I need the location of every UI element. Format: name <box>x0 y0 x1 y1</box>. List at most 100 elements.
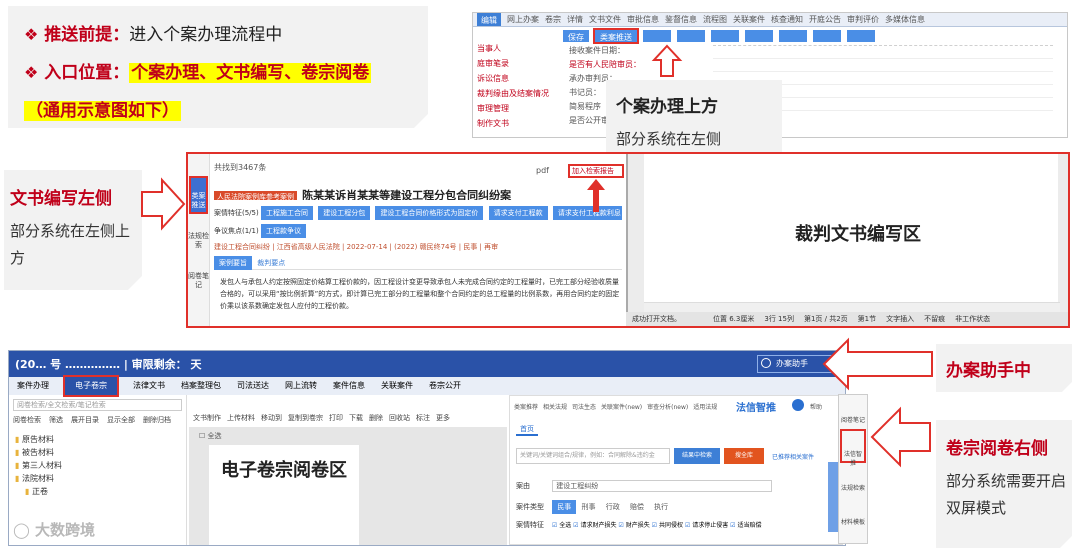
case-toolbar-button[interactable] <box>745 30 773 42</box>
review-select-all[interactable]: ☐ 全选 <box>199 431 222 441</box>
review-tab[interactable]: 案件信息 <box>333 377 365 395</box>
panel-feature[interactable]: 适当赔偿 <box>737 522 761 529</box>
panel-tab[interactable]: 相关法规 <box>543 402 567 411</box>
case-tab[interactable]: 详情 <box>567 13 583 26</box>
case-tab[interactable]: 审判评价 <box>847 13 879 26</box>
doc-sidebar-law[interactable]: 法规检索 <box>188 222 209 256</box>
panel-feature[interactable]: 全选 <box>559 522 571 529</box>
tree-item[interactable]: ▮ 原告材料 <box>15 433 186 446</box>
case-left-item[interactable]: 制作文书 <box>477 118 551 133</box>
review-tab-active[interactable]: 电子卷宗 <box>63 375 119 397</box>
doc-tag[interactable]: 工程施工合同 <box>260 206 313 220</box>
case-tab[interactable]: 审批信息 <box>627 13 659 26</box>
review-tool[interactable]: 筛选 <box>49 415 63 425</box>
case-push-button[interactable]: 类案推送 <box>593 28 639 44</box>
review-mid-tool[interactable]: 删除 <box>369 413 383 425</box>
review-mid-tool[interactable]: 打印 <box>329 413 343 425</box>
panel-search-all-button[interactable]: 搜全库 <box>724 448 764 464</box>
case-left-item[interactable]: 诉讼信息 <box>477 73 551 88</box>
panel-type[interactable]: 执行 <box>654 503 668 511</box>
doc-add-report-button[interactable]: 加入检索报告 <box>568 164 624 178</box>
review-tool[interactable]: 显示全部 <box>107 415 135 425</box>
case-tab[interactable]: 卷宗 <box>545 13 561 26</box>
case-tab[interactable]: 核查通知 <box>771 13 803 26</box>
tree-item[interactable]: ▮ 法院材料 <box>15 472 186 485</box>
tree-item[interactable]: ▮ 第三人材料 <box>15 459 186 472</box>
case-tab[interactable]: 文书文件 <box>589 13 621 26</box>
doc-tag[interactable]: 请求支付工程款 <box>488 206 548 220</box>
review-tab[interactable]: 卷宗公开 <box>429 377 461 395</box>
rail-item[interactable]: 阅卷笔记 <box>839 395 867 429</box>
review-mid-tool[interactable]: 下载 <box>349 413 363 425</box>
case-left-item[interactable]: 庭审笔录 <box>477 58 551 73</box>
case-toolbar-button[interactable] <box>643 30 671 42</box>
case-toolbar-button[interactable] <box>779 30 807 42</box>
tree-item[interactable]: ▮ 被告材料 <box>15 446 186 459</box>
review-mid-tool[interactable]: 复制到卷宗 <box>288 413 323 425</box>
case-left-item[interactable]: 审理管理 <box>477 103 551 118</box>
review-tab[interactable]: 关联案件 <box>381 377 413 395</box>
doc-sidebar-notes[interactable]: 阅卷笔记 <box>188 262 209 296</box>
case-tab[interactable]: 编辑 <box>477 13 501 26</box>
case-tab[interactable]: 鉴督信息 <box>665 13 697 26</box>
rail-item[interactable]: 法规检索 <box>839 463 867 497</box>
case-left-item[interactable]: 当事人 <box>477 43 551 58</box>
rail-item[interactable]: 材料模板 <box>839 497 867 531</box>
doc-sub-tab[interactable]: 裁判要点 <box>257 259 285 267</box>
panel-type[interactable]: 行政 <box>606 503 620 511</box>
panel-search-in-results-button[interactable]: 结果中检索 <box>674 448 720 464</box>
panel-sub-tab[interactable]: 首页 <box>516 424 538 436</box>
panel-help[interactable]: 帮助 <box>810 402 822 411</box>
doc-case-title[interactable]: 陈某某诉肖某某等建设工程分包合同纠纷案 <box>302 189 511 200</box>
doc-dispute-tag[interactable]: 工程款争议 <box>260 224 306 238</box>
case-tab[interactable]: 网上办案 <box>507 13 539 26</box>
case-tab[interactable]: 关联案件 <box>733 13 765 26</box>
case-left-item[interactable]: 裁判缘由及结案情况 <box>477 88 551 103</box>
review-mid-tool[interactable]: 上传材料 <box>227 413 255 425</box>
panel-tab[interactable]: 适用法规 <box>693 402 717 411</box>
doc-tag[interactable]: 建设工程合同价格形式为固定价 <box>375 206 484 220</box>
rail-item-push[interactable]: 法信智推 <box>840 429 866 467</box>
panel-tab[interactable]: 类案推荐 <box>514 402 538 411</box>
panel-feature[interactable]: 请求财产损失 <box>580 522 616 529</box>
panel-type[interactable]: 赔偿 <box>630 503 644 511</box>
review-reader-area[interactable]: ☐ 全选 电子卷宗阅卷区 <box>189 427 507 545</box>
panel-feature[interactable]: 共同侵权 <box>659 522 683 529</box>
doc-editor-scrollbar[interactable] <box>644 302 1060 312</box>
panel-tab[interactable]: 审查分析(new) <box>647 402 688 411</box>
panel-reason-value[interactable]: 建设工程纠纷 <box>552 480 773 492</box>
review-tool[interactable]: 删除归档 <box>143 415 171 425</box>
review-tab[interactable]: 网上流转 <box>285 377 317 395</box>
panel-feature[interactable]: 请求停止侵害 <box>692 522 728 529</box>
review-mid-tool[interactable]: 移动到 <box>261 413 282 425</box>
case-tab[interactable]: 多媒体信息 <box>885 13 925 26</box>
review-tab[interactable]: 法律文书 <box>133 377 165 395</box>
tree-item[interactable]: ▮ 正卷 <box>15 485 186 498</box>
review-tab[interactable]: 司法送达 <box>237 377 269 395</box>
case-tab[interactable]: 开庭公告 <box>809 13 841 26</box>
case-toolbar-button[interactable] <box>711 30 739 42</box>
case-toolbar-button[interactable] <box>847 30 875 42</box>
panel-feature[interactable]: 财产损失 <box>626 522 650 529</box>
panel-link[interactable]: 已推荐相关案件 <box>772 452 814 461</box>
doc-editor[interactable]: 裁判文书编写区 <box>626 154 1068 312</box>
review-tab[interactable]: 档案整理包 <box>181 377 221 395</box>
case-toolbar-button[interactable] <box>813 30 841 42</box>
review-mid-tool[interactable]: 文书制作 <box>193 413 221 425</box>
case-toolbar-button[interactable] <box>677 30 705 42</box>
review-search-input[interactable]: 阅卷检索/全文检索/笔记检索 <box>13 399 182 411</box>
review-mid-tool[interactable]: 标注 <box>416 413 430 425</box>
case-tab[interactable]: 流程图 <box>703 13 727 26</box>
doc-sidebar-push[interactable]: 类案推送 <box>189 176 208 214</box>
panel-type[interactable]: 民事 <box>552 500 577 514</box>
case-save-button[interactable]: 保存 <box>563 30 589 42</box>
review-mid-tool[interactable]: 回收站 <box>389 413 410 425</box>
review-tool[interactable]: 展开目录 <box>71 415 99 425</box>
review-tool[interactable]: 阅卷检索 <box>13 415 41 425</box>
panel-type[interactable]: 刑事 <box>581 503 595 511</box>
panel-tab[interactable]: 司法生态 <box>572 402 596 411</box>
review-mid-tool[interactable]: 更多 <box>436 413 450 425</box>
panel-tab[interactable]: 关联案件(new) <box>601 402 642 411</box>
doc-sub-tab-active[interactable]: 案例要旨 <box>214 256 252 270</box>
doc-tag[interactable]: 建设工程分包 <box>318 206 371 220</box>
